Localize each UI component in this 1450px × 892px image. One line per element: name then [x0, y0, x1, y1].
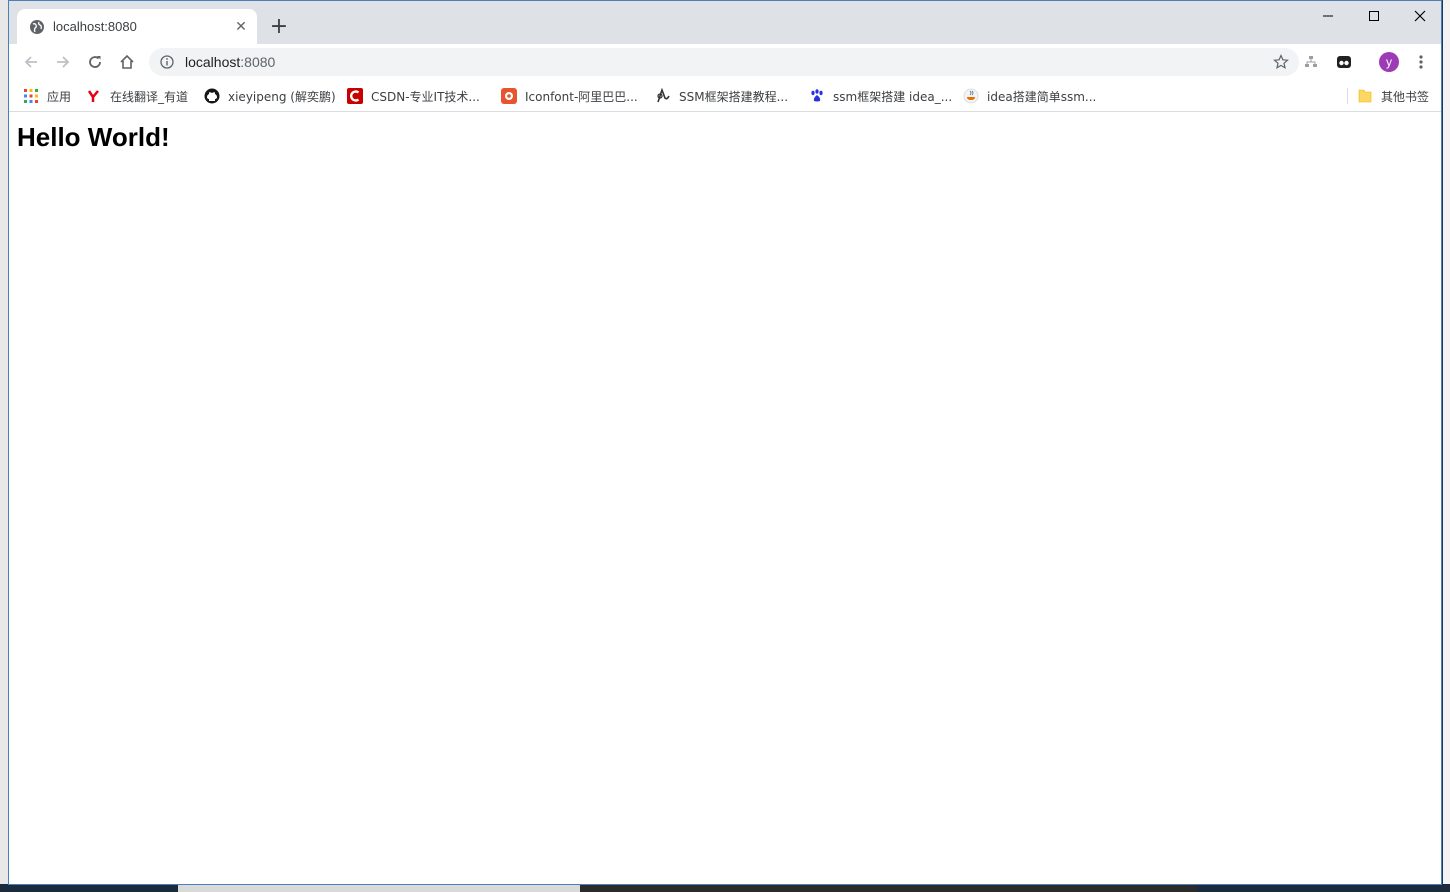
forward-arrow-icon — [57, 56, 70, 68]
desktop-background-right — [1443, 0, 1450, 892]
minimize-icon — [1323, 15, 1333, 17]
taskbar-strip — [0, 884, 1450, 892]
bookmark-label: ssm框架搭建 idea_... — [833, 89, 953, 104]
bookmarks-bar: 应用 在线翻译_有道 xieyipeng (解奕鹏) CSDN-专业IT技术..… — [9, 80, 1441, 112]
bookmark-label: SSM框架搭建教程... — [679, 89, 789, 104]
bookmark-label: CSDN-专业IT技术... — [371, 89, 480, 104]
home-button[interactable] — [115, 50, 139, 74]
star-icon[interactable] — [1273, 54, 1289, 70]
browser-window: localhost:8080 ✕ + localhost:8080 y 应用 在… — [8, 0, 1442, 885]
csdn-icon — [347, 88, 363, 104]
ssm-site-icon — [655, 88, 671, 104]
maximize-icon — [1369, 11, 1379, 21]
reload-button[interactable] — [83, 50, 107, 74]
url-text[interactable]: localhost:8080 — [185, 54, 275, 70]
java-icon — [963, 88, 979, 104]
bookmark-label: Iconfont-阿里巴巴... — [525, 89, 638, 104]
kebab-menu-icon — [1419, 55, 1423, 69]
taskbar-segment — [178, 884, 580, 892]
reload-icon — [89, 56, 101, 68]
bookmark-label: idea搭建简单ssm... — [987, 89, 1097, 104]
bookmark-youdao[interactable]: 在线翻译_有道 — [86, 86, 188, 106]
page-content: Hello World! — [9, 112, 1441, 884]
close-window-button[interactable] — [1397, 1, 1441, 31]
title-bar: localhost:8080 ✕ + — [9, 1, 1441, 44]
info-icon[interactable] — [159, 54, 175, 70]
minimize-button[interactable] — [1305, 1, 1351, 31]
bookmark-iconfont[interactable]: Iconfont-阿里巴巴... — [501, 86, 638, 106]
bookmark-apps[interactable]: 应用 — [23, 86, 71, 106]
tab-localhost[interactable]: localhost:8080 ✕ — [17, 9, 257, 44]
taskbar-segment-dark — [580, 884, 1197, 892]
bookmark-label: 其他书签 — [1381, 89, 1430, 104]
menu-button[interactable] — [1411, 52, 1431, 72]
bookmark-other-folder[interactable]: 其他书签 — [1357, 86, 1429, 106]
bookmark-idea-ssm[interactable]: idea搭建简单ssm... — [963, 86, 1096, 106]
close-window-icon — [1414, 10, 1426, 22]
bookmark-label: 在线翻译_有道 — [110, 89, 189, 104]
address-bar[interactable]: localhost:8080 — [149, 48, 1299, 76]
new-tab-button[interactable]: + — [267, 15, 291, 39]
tab-title: localhost:8080 — [53, 19, 137, 34]
toolbar: localhost:8080 y — [9, 44, 1441, 80]
extension-button[interactable] — [1301, 52, 1321, 72]
globe-icon — [29, 19, 45, 35]
back-arrow-icon — [24, 56, 37, 68]
iconfont-icon — [501, 88, 517, 104]
network-extension-icon — [1305, 56, 1317, 67]
bookmark-csdn[interactable]: CSDN-专业IT技术... — [347, 86, 480, 106]
youdao-icon — [86, 88, 102, 104]
url-host: localhost — [185, 54, 241, 70]
maximize-button[interactable] — [1351, 1, 1397, 31]
bookmark-ssm-tutorial[interactable]: SSM框架搭建教程... — [655, 86, 788, 106]
bookmark-ssm-idea[interactable]: ssm框架搭建 idea_... — [809, 86, 952, 106]
profile-avatar[interactable]: y — [1379, 52, 1399, 72]
tampermonkey-icon — [1337, 56, 1351, 68]
back-button[interactable] — [19, 50, 43, 74]
bookmark-label: xieyipeng (解奕鹏) — [228, 89, 336, 104]
apps-grid-icon — [23, 88, 39, 104]
extension-button-2[interactable] — [1334, 52, 1354, 72]
forward-button[interactable] — [51, 50, 75, 74]
baidu-paw-icon — [809, 88, 825, 104]
home-icon — [120, 54, 134, 69]
folder-icon — [1357, 88, 1373, 104]
url-port: :8080 — [240, 54, 276, 70]
close-icon[interactable]: ✕ — [233, 19, 249, 35]
bookmark-label: 应用 — [47, 89, 72, 104]
bookmark-github[interactable]: xieyipeng (解奕鹏) — [204, 86, 336, 106]
desktop-background-left — [0, 0, 8, 892]
bookmarks-divider — [1347, 88, 1348, 104]
github-icon — [204, 88, 220, 104]
page-heading: Hello World! — [17, 122, 170, 152]
